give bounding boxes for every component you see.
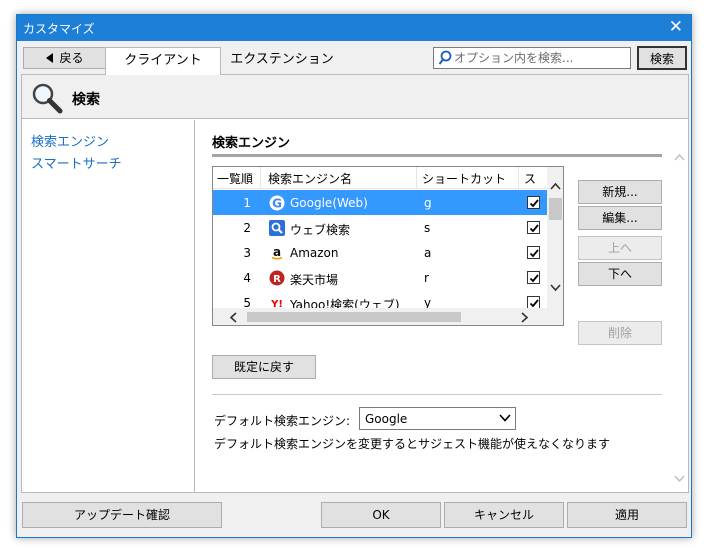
list-vertical-scroll-thumb[interactable]: [549, 198, 562, 220]
back-button-label: 戻る: [59, 51, 84, 65]
svg-text:a: a: [273, 245, 281, 259]
edit-button[interactable]: 編集...: [578, 206, 662, 230]
section-title: 検索エンジン: [212, 136, 291, 151]
row-shortcut: r: [424, 271, 429, 285]
customize-dialog: カスタマイズ ✕ 戻る クライアント エクステンション 検索 検索 検索エンジン…: [16, 14, 692, 538]
sidebar-item-search-engine[interactable]: 検索エンジン: [31, 131, 109, 150]
close-icon[interactable]: ✕: [669, 17, 683, 37]
tab-extension[interactable]: エクステンション: [223, 47, 341, 75]
check-update-button[interactable]: アップデート確認: [22, 502, 222, 528]
table-row[interactable]: 3 a Amazon a: [213, 240, 547, 265]
row-shortcut: s: [424, 221, 431, 235]
row-smart-checkbox[interactable]: [527, 221, 540, 234]
table-row[interactable]: 4 R 楽天市場 r: [213, 265, 547, 290]
apply-button[interactable]: 適用: [567, 502, 687, 528]
search-icon: [438, 50, 452, 69]
new-button[interactable]: 新規...: [578, 180, 662, 204]
row-order: 4: [243, 271, 251, 285]
scroll-right-icon[interactable]: [521, 312, 529, 323]
table-row[interactable]: 1 G Google(Web) g: [213, 190, 547, 215]
move-up-button[interactable]: 上へ: [578, 236, 662, 260]
amazon-icon: a: [269, 245, 285, 261]
cancel-button[interactable]: キャンセル: [444, 502, 564, 528]
default-engine-label: デフォルト検索エンジン:: [214, 414, 351, 428]
ok-button[interactable]: OK: [321, 502, 441, 528]
sidebar: 検索エンジン スマートサーチ: [22, 120, 195, 493]
scroll-down-icon[interactable]: [550, 284, 561, 292]
move-down-button[interactable]: 下へ: [578, 262, 662, 286]
main-content: 検索エンジン 一覧順 検索エンジン名 ショートカット スマ 1 G: [196, 120, 688, 493]
delete-button[interactable]: 削除: [578, 321, 662, 345]
row-name: Amazon: [290, 246, 339, 260]
default-engine-value: Google: [365, 412, 408, 426]
sidebar-item-smart-search[interactable]: スマートサーチ: [31, 153, 122, 172]
scroll-up-icon[interactable]: [550, 182, 561, 190]
page-header: 検索: [22, 75, 688, 119]
list-horizontal-scrollbar[interactable]: [213, 308, 547, 325]
column-separator: [260, 167, 261, 189]
column-separator: [518, 167, 519, 189]
search-engine-list: 一覧順 検索エンジン名 ショートカット スマ 1 G Google(Web) g: [212, 166, 564, 326]
row-smart-checkbox[interactable]: [527, 246, 540, 259]
google-icon: G: [269, 195, 285, 211]
row-order: 3: [243, 246, 251, 260]
column-separator: [416, 167, 417, 189]
section-divider: [212, 394, 662, 395]
row-smart-checkbox[interactable]: [527, 196, 540, 209]
row-shortcut: a: [424, 246, 432, 260]
row-name: 楽天市場: [290, 273, 339, 287]
search-button[interactable]: 検索: [637, 46, 687, 70]
column-header-shortcut[interactable]: ショートカット: [422, 170, 506, 187]
row-order: 2: [243, 221, 251, 235]
rakuten-icon: R: [269, 270, 285, 286]
table-row[interactable]: 2 ウェブ検索 s: [213, 215, 547, 240]
row-shortcut: g: [424, 196, 432, 210]
row-smart-checkbox[interactable]: [527, 271, 540, 284]
svg-text:G: G: [272, 197, 282, 211]
page-title: 検索: [72, 92, 100, 108]
scroll-left-icon[interactable]: [229, 312, 237, 323]
title-bar: カスタマイズ ✕: [17, 15, 691, 41]
panel-scroll-down-icon[interactable]: [674, 475, 685, 483]
row-name: ウェブ検索: [290, 223, 351, 237]
scroll-corner: [547, 308, 563, 325]
column-header-name[interactable]: 検索エンジン名: [268, 170, 352, 187]
default-engine-note: デフォルト検索エンジンを変更するとサジェスト機能が使えなくなります: [214, 437, 611, 451]
tab-client[interactable]: クライアント: [105, 47, 221, 75]
window-title: カスタマイズ: [23, 22, 95, 36]
section-divider: [212, 154, 662, 157]
column-header-order[interactable]: 一覧順: [217, 170, 253, 187]
default-engine-select[interactable]: Google: [359, 407, 516, 430]
list-header: 一覧順 検索エンジン名 ショートカット スマ: [213, 167, 547, 203]
toolbar: 戻る クライアント エクステンション 検索: [17, 41, 691, 75]
row-name: Google(Web): [290, 196, 368, 210]
row-order: 1: [243, 196, 251, 210]
panel-vertical-scrollbar[interactable]: [672, 120, 687, 493]
chevron-down-icon: [499, 414, 511, 422]
reset-default-button[interactable]: 既定に戻す: [212, 355, 316, 379]
back-arrow-icon: [46, 52, 54, 63]
list-horizontal-scroll-thumb[interactable]: [247, 312, 461, 322]
content-panel: 検索 検索エンジン スマートサーチ 検索エンジン 一覧順 検索エンジン名 ショー…: [21, 74, 689, 493]
web-search-icon: [269, 220, 285, 236]
list-vertical-scrollbar[interactable]: [547, 167, 563, 308]
magnifier-icon: [30, 81, 64, 118]
back-button[interactable]: 戻る: [23, 47, 107, 69]
option-search-input[interactable]: [454, 49, 626, 67]
panel-scroll-up-icon[interactable]: [674, 153, 685, 161]
option-search-box: [433, 47, 631, 69]
svg-text:R: R: [273, 274, 281, 285]
